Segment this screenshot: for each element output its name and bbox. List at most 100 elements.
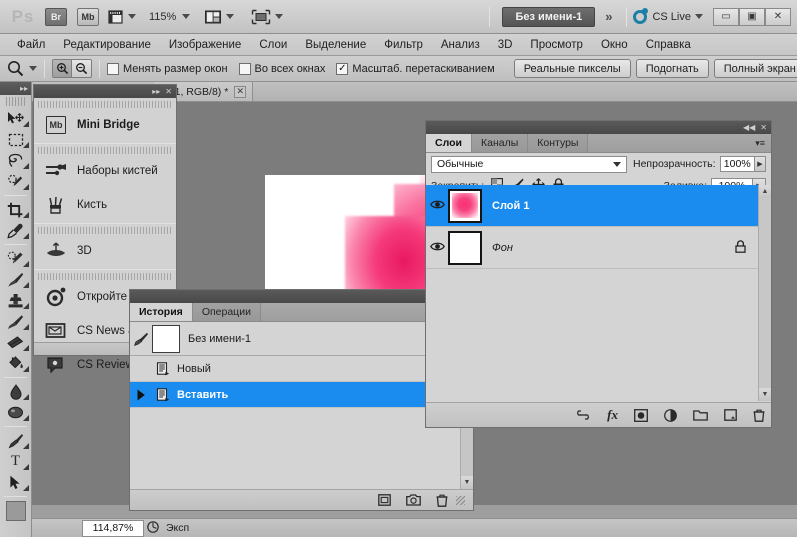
close-button[interactable]: ✕ — [765, 8, 791, 26]
menu-file[interactable]: Файл — [8, 36, 54, 54]
screen-mode-menu[interactable] — [251, 9, 283, 25]
toolbox-grip[interactable] — [6, 97, 25, 106]
scroll-up-arrow-icon[interactable]: ▲ — [759, 185, 771, 198]
menu-layer[interactable]: Слои — [250, 36, 296, 54]
menu-edit[interactable]: Редактирование — [54, 36, 160, 54]
cs-live-menu[interactable]: CS Live — [633, 10, 703, 24]
delete-layer-icon[interactable] — [753, 409, 765, 422]
mini-bridge-panel-header[interactable]: ▸▸ ✕ — [34, 85, 176, 98]
layer-row[interactable]: Фон — [426, 227, 758, 269]
tab-layers[interactable]: Слои — [426, 134, 472, 152]
more-documents-chevron-icon[interactable]: » — [605, 9, 610, 24]
move-tool[interactable] — [0, 108, 31, 129]
tab-paths[interactable]: Контуры — [528, 134, 588, 152]
history-snapshot-row[interactable]: Без имени-1 — [130, 322, 473, 356]
menu-analysis[interactable]: Анализ — [432, 36, 489, 54]
link-layers-icon[interactable] — [575, 410, 591, 420]
horizontal-type-tool[interactable]: T — [0, 451, 31, 472]
quick-selection-tool[interactable] — [0, 171, 31, 192]
actual-pixels-button[interactable]: Реальные пикселы — [514, 59, 631, 78]
active-document-title[interactable]: Без имени-1 — [502, 7, 595, 27]
zoom-out-button[interactable] — [72, 59, 92, 78]
opacity-input[interactable]: 100% — [720, 156, 755, 172]
menu-view[interactable]: Просмотр — [521, 36, 592, 54]
create-document-from-state-icon[interactable] — [378, 494, 391, 506]
close-icon[interactable]: ✕ — [234, 86, 246, 98]
collapse-icon[interactable]: ▸▸ — [152, 87, 160, 96]
delete-state-icon[interactable] — [436, 494, 448, 507]
eraser-tool[interactable] — [0, 332, 31, 353]
history-state-row-selected[interactable]: Вставить — [130, 382, 473, 408]
panel-menu-icon[interactable]: ▾≡ — [755, 134, 771, 152]
clone-stamp-tool[interactable] — [0, 290, 31, 311]
history-panel-header[interactable]: ▸▸ ✕ — [130, 290, 473, 303]
mini-bridge-item-mini-bridge[interactable]: Mb Mini Bridge — [34, 108, 176, 142]
path-selection-tool[interactable] — [0, 472, 31, 493]
menu-image[interactable]: Изображение — [160, 36, 250, 54]
spot-healing-brush-tool[interactable] — [0, 248, 31, 269]
layer-style-icon[interactable]: fx — [607, 407, 618, 423]
layer-row-selected[interactable]: Слой 1 — [426, 185, 758, 227]
dodge-tool[interactable] — [0, 402, 31, 423]
adjustment-layer-icon[interactable] — [664, 409, 677, 422]
mini-bridge-item-brush-presets[interactable]: Наборы кистей — [34, 154, 176, 188]
new-group-icon[interactable] — [693, 409, 708, 421]
zoom-percentage-input[interactable]: 114,87% — [82, 520, 144, 537]
scroll-down-arrow-icon[interactable]: ▼ — [759, 388, 771, 401]
layer-name[interactable]: Слой 1 — [492, 200, 529, 212]
mini-bridge-item-brush[interactable]: Кисть — [34, 188, 176, 222]
create-new-snapshot-icon[interactable] — [406, 494, 421, 506]
crop-tool[interactable] — [0, 199, 31, 220]
gradient-tool[interactable] — [0, 353, 31, 374]
brush-tool[interactable] — [0, 269, 31, 290]
lasso-tool[interactable] — [0, 150, 31, 171]
blend-mode-select[interactable]: Обычные — [431, 156, 627, 173]
pen-tool[interactable] — [0, 430, 31, 451]
close-icon[interactable]: ✕ — [760, 123, 767, 132]
toolbox-collapse-button[interactable]: ▸▸ — [0, 82, 31, 95]
tab-actions[interactable]: Операции — [193, 303, 261, 321]
tab-history[interactable]: История — [130, 303, 193, 321]
layer-name[interactable]: Фон — [492, 242, 513, 254]
current-tool-preset[interactable] — [6, 59, 37, 78]
layer-thumbnail[interactable] — [448, 189, 482, 223]
layer-visibility-eye-icon[interactable] — [426, 199, 448, 213]
arrange-documents-menu[interactable] — [204, 9, 234, 25]
menu-window[interactable]: Окно — [592, 36, 637, 54]
new-layer-icon[interactable] — [724, 409, 737, 421]
layers-panel-header[interactable]: ◀◀ ✕ — [426, 121, 771, 134]
collapse-icon[interactable]: ◀◀ — [743, 123, 755, 132]
view-extras-menu[interactable] — [107, 8, 136, 25]
fill-screen-button[interactable]: Полный экран — [714, 59, 797, 78]
layer-mask-icon[interactable] — [634, 409, 648, 422]
mini-bridge-item-3d[interactable]: 3D — [34, 234, 176, 268]
rectangular-marquee-tool[interactable] — [0, 129, 31, 150]
zoom-all-windows-checkbox[interactable]: Во всех окнах — [239, 63, 326, 75]
opacity-slider-arrow-icon[interactable]: ▶ — [755, 156, 766, 172]
history-brush-tool[interactable] — [0, 311, 31, 332]
resize-grip[interactable] — [456, 496, 465, 505]
scroll-down-arrow-icon[interactable]: ▼ — [461, 476, 473, 489]
layers-scrollbar[interactable]: ▲ ▼ — [758, 185, 771, 401]
document-info-icon[interactable] — [144, 521, 162, 536]
zoom-in-button[interactable] — [52, 59, 72, 78]
history-state-pointer-icon[interactable] — [130, 389, 152, 401]
maximize-button[interactable]: ▣ — [739, 8, 765, 26]
menu-help[interactable]: Справка — [637, 36, 700, 54]
foreground-background-color-swatch[interactable] — [6, 501, 26, 521]
close-icon[interactable]: ✕ — [165, 87, 172, 96]
fit-screen-button[interactable]: Подогнать — [636, 59, 709, 78]
history-brush-source-icon[interactable] — [130, 332, 152, 346]
layer-thumbnail[interactable] — [448, 231, 482, 265]
history-state-row[interactable]: Новый — [130, 356, 473, 382]
eyedropper-tool[interactable] — [0, 220, 31, 241]
menu-filter[interactable]: Фильтр — [375, 36, 432, 54]
resize-windows-checkbox[interactable]: Менять размер окон — [107, 63, 228, 75]
blur-tool[interactable] — [0, 381, 31, 402]
launch-bridge-button[interactable]: Br — [45, 8, 67, 26]
minimize-button[interactable]: ▭ — [713, 8, 739, 26]
layer-visibility-eye-icon[interactable] — [426, 241, 448, 255]
menu-3d[interactable]: 3D — [489, 36, 522, 54]
menu-select[interactable]: Выделение — [296, 36, 375, 54]
launch-mini-bridge-button[interactable]: Mb — [77, 8, 99, 26]
